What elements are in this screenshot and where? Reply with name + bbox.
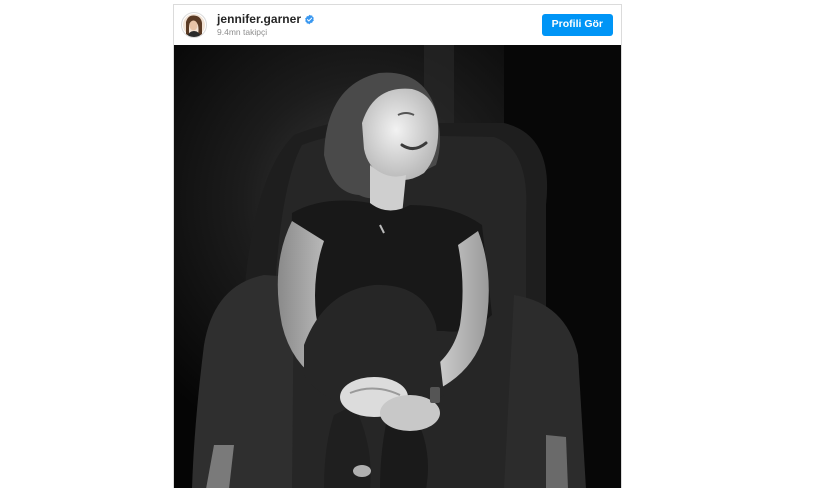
user-meta: jennifer.garner 9.4mn takipçi	[217, 13, 315, 37]
avatar[interactable]	[181, 12, 207, 38]
follower-count: 9.4mn takipçi	[217, 27, 268, 38]
embed-header: jennifer.garner 9.4mn takipçi Profili Gö…	[174, 5, 621, 45]
post-photo[interactable]	[174, 45, 621, 488]
page: jennifer.garner 9.4mn takipçi Profili Gö…	[0, 0, 814, 488]
user-line: jennifer.garner	[217, 13, 315, 25]
post-photo-image	[174, 45, 621, 488]
view-profile-button[interactable]: Profili Gör	[541, 14, 613, 36]
username-link[interactable]: jennifer.garner	[217, 13, 301, 25]
avatar-photo-icon	[183, 14, 205, 37]
verified-badge-icon	[305, 14, 314, 25]
instagram-embed-card: jennifer.garner 9.4mn takipçi Profili Gö…	[173, 4, 622, 488]
